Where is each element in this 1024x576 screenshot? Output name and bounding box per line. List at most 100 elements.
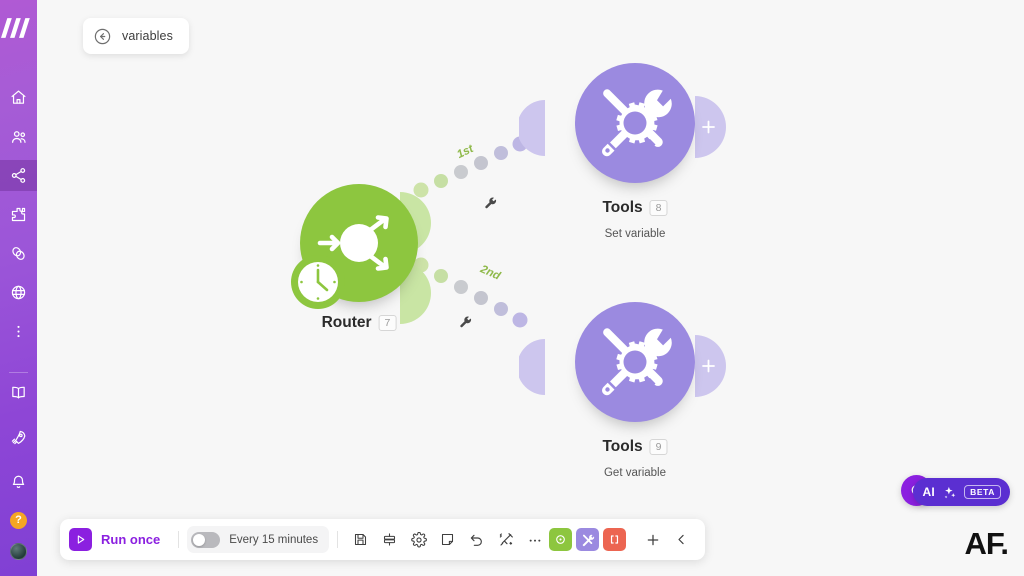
scheduling-button[interactable] [549, 528, 573, 551]
note-button[interactable] [433, 525, 462, 554]
router-schedule-badge[interactable] [291, 255, 345, 309]
more-vertical-icon [17, 325, 20, 338]
router-title: Router [321, 314, 372, 331]
add-module-button[interactable] [638, 525, 667, 554]
tools-set-label: Tools 8 [602, 199, 668, 217]
clock-icon [298, 262, 338, 302]
toggle-knob [193, 533, 206, 546]
tools-set-title: Tools [602, 199, 643, 216]
avatar[interactable] [10, 543, 27, 560]
node-router[interactable]: Router 7 [291, 184, 431, 332]
brackets-icon [611, 535, 619, 544]
node-tools-get[interactable]: Tools 9 Get variable [519, 302, 726, 479]
circle-arrow-left-icon[interactable] [93, 27, 112, 46]
tools-button[interactable] [576, 528, 600, 551]
sidebar-item-templates[interactable] [0, 199, 37, 230]
connector-1st-wrench-icon[interactable] [484, 197, 498, 211]
sidebar-nav-top [0, 82, 37, 347]
tools-set-add-handle[interactable] [695, 96, 726, 158]
clock-dot-icon [556, 535, 565, 544]
tools-gear-icon [602, 328, 672, 396]
run-once-button[interactable]: Run once [69, 528, 170, 551]
ai-label: AI [922, 485, 936, 499]
settings-button[interactable] [404, 525, 433, 554]
schedule-label: Every 15 minutes [229, 533, 319, 546]
flow-canvas[interactable]: 1st 2nd Router 7 Tools 8 Set variable To… [37, 0, 1024, 576]
sidebar-item-notifications[interactable] [0, 467, 37, 498]
schedule-toggle[interactable] [191, 531, 221, 548]
home-icon [11, 90, 26, 104]
run-once-label: Run once [101, 532, 161, 547]
link-chain-icon [12, 247, 25, 260]
undo-button[interactable] [462, 525, 491, 554]
puzzle-icon [11, 207, 26, 222]
breadcrumb[interactable]: variables [83, 18, 189, 54]
brackets-button[interactable] [603, 528, 627, 551]
tools-gear-icon [602, 89, 672, 157]
router-label: Router 7 [322, 314, 397, 332]
sidebar-item-help[interactable]: ? [10, 512, 27, 529]
tools-get-title: Tools [602, 438, 643, 455]
schedule-control[interactable]: Every 15 minutes [187, 526, 330, 553]
play-button[interactable] [69, 528, 92, 551]
auto-align-button[interactable] [491, 525, 520, 554]
tools-get-subtitle: Get variable [603, 467, 667, 479]
align-button[interactable] [375, 525, 404, 554]
connectors-layer [413, 136, 528, 328]
app-root: ? variables 1st 2nd Router 7 Tools 8 Set… [0, 0, 1024, 576]
tools-icon [582, 534, 594, 546]
tools-get-add-handle[interactable] [695, 335, 726, 397]
router-circle[interactable] [291, 184, 418, 309]
bell-icon [12, 475, 25, 489]
sidebar-item-docs[interactable] [0, 377, 37, 408]
more-options-button[interactable] [520, 525, 549, 554]
sparkles-icon [944, 486, 956, 498]
sidebar-item-more[interactable] [0, 316, 37, 347]
toolbar-divider-1 [178, 531, 180, 548]
node-tools-set[interactable]: Tools 8 Set variable [519, 63, 726, 240]
tools-get-circle[interactable] [575, 302, 695, 422]
sidebar-item-whats-new[interactable] [0, 422, 37, 453]
auto-align-icon [499, 532, 513, 546]
tools-get-label: Tools 9 [602, 438, 668, 456]
connector-2nd-wrench-icon[interactable] [459, 316, 473, 330]
tools-get-input-handle[interactable] [519, 339, 545, 395]
more-horizontal-icon [529, 539, 540, 542]
make-logo-icon [1, 18, 30, 38]
toolbar-divider-2 [337, 531, 339, 548]
help-circle-icon: ? [15, 514, 22, 526]
sidebar-divider [9, 372, 28, 373]
settings-gear-icon [410, 531, 427, 547]
router-badge: 7 [378, 314, 397, 332]
beta-badge: BETA [964, 484, 1001, 500]
save-icon [355, 533, 367, 546]
left-sidebar: ? [0, 0, 37, 576]
align-icon [384, 533, 396, 546]
play-icon [77, 535, 85, 544]
book-icon [12, 386, 25, 399]
toolbar-icon-group [346, 525, 549, 554]
collapse-toolbar-button[interactable] [667, 525, 696, 554]
users-icon [11, 130, 26, 143]
sidebar-item-scenarios[interactable] [0, 160, 37, 191]
sidebar-item-teams[interactable] [0, 121, 37, 152]
note-icon [442, 533, 454, 546]
globe-icon [11, 285, 26, 300]
ai-assistant-pill[interactable]: AI BETA [913, 478, 1010, 506]
share-nodes-icon [11, 168, 26, 183]
sidebar-item-home[interactable] [0, 82, 37, 113]
tools-set-subtitle: Set variable [604, 228, 666, 240]
chevron-left-icon [678, 534, 684, 545]
rocket-icon [11, 430, 26, 445]
watermark: AF. [964, 526, 1009, 561]
tools-set-badge: 8 [649, 199, 668, 217]
tools-set-input-handle[interactable] [519, 100, 545, 156]
tools-set-circle[interactable] [575, 63, 695, 183]
breadcrumb-label: variables [122, 29, 173, 43]
brand-logo[interactable] [0, 0, 37, 56]
bottom-toolbar: Run once Every 15 minutes [60, 519, 706, 560]
save-button[interactable] [346, 525, 375, 554]
sidebar-item-webhooks[interactable] [0, 277, 37, 308]
sidebar-item-connections[interactable] [0, 238, 37, 269]
tools-get-badge: 9 [649, 438, 668, 456]
